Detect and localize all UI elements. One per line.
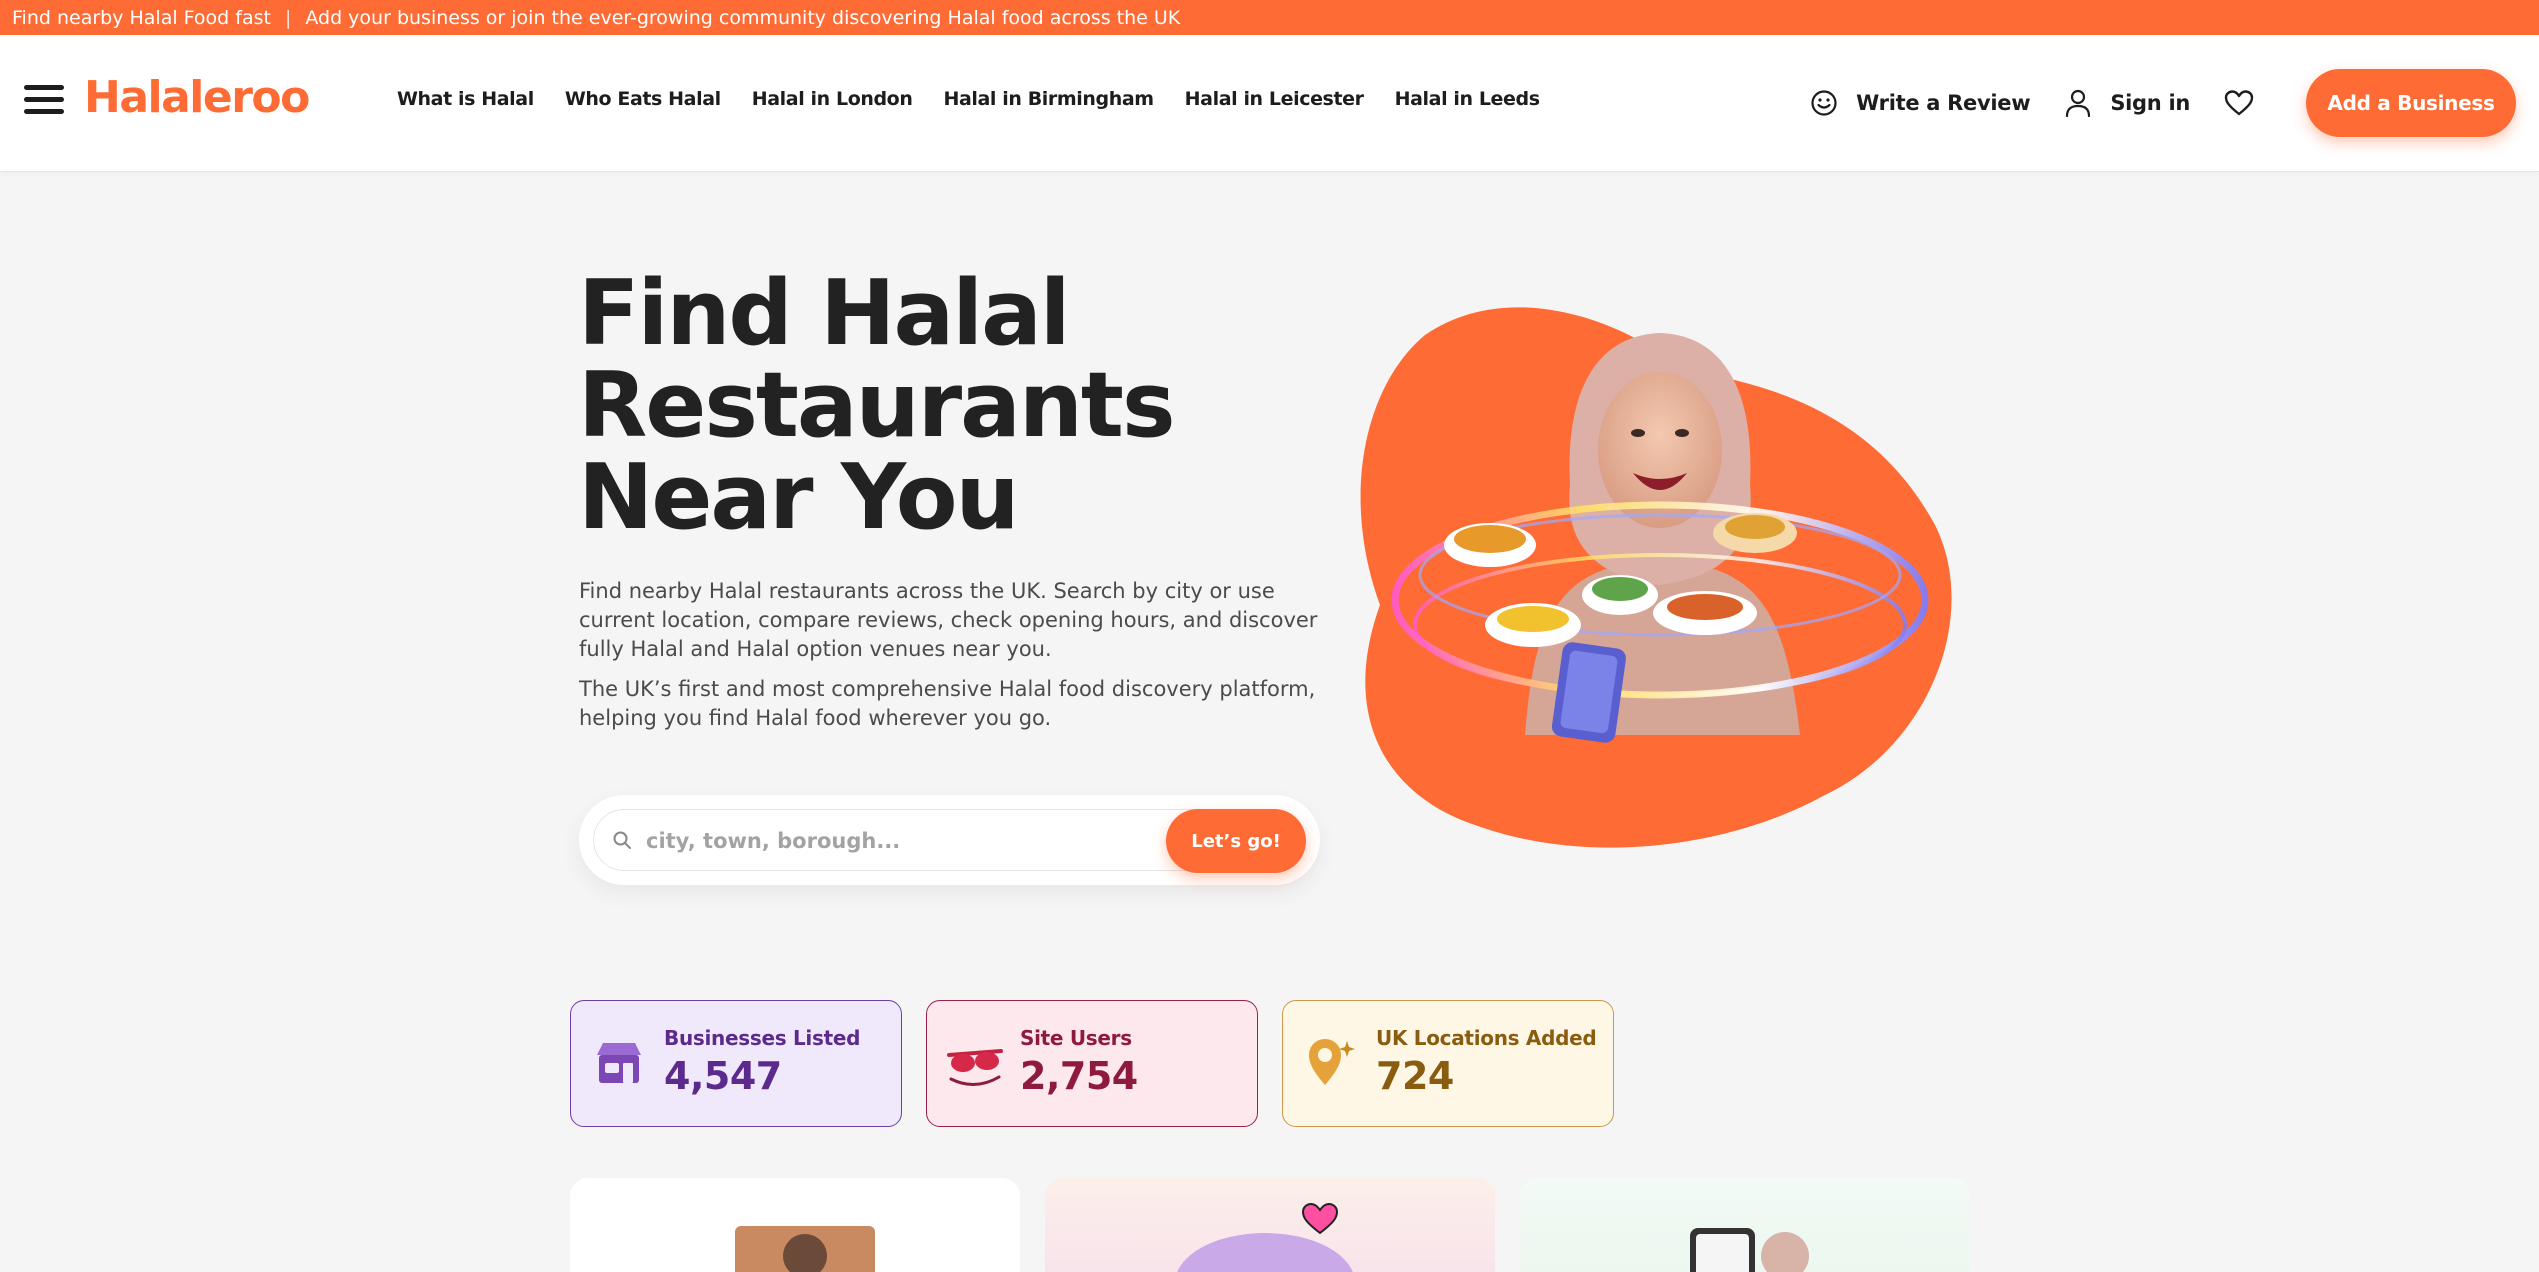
sunglasses-icon [947, 1049, 1003, 1086]
announcement-right: Add your business or join the ever-growi… [305, 6, 1181, 29]
heart-badge-icon [1301, 1202, 1339, 1235]
stat-label: Site Users [1020, 1026, 1132, 1050]
stat-uk-locations: UK Locations Added 724 [1282, 1000, 1614, 1127]
stat-label: Businesses Listed [664, 1026, 861, 1050]
add-business-button[interactable]: Add a Business [2306, 69, 2516, 137]
announcement-left: Find nearby Halal Food fast [12, 6, 271, 29]
feature-card[interactable] [570, 1178, 1020, 1272]
stat-site-users: Site Users 2,754 [926, 1000, 1258, 1127]
stat-label: UK Locations Added [1376, 1026, 1597, 1050]
stat-value: 4,547 [664, 1054, 782, 1098]
site-logo[interactable]: Halaleroo [84, 72, 310, 123]
sign-in-link[interactable]: Sign in [2064, 88, 2190, 118]
card-illustration [1177, 1202, 1353, 1272]
announcement-separator: | [284, 6, 292, 29]
nav-halal-leeds[interactable]: Halal in Leeds [1395, 88, 1540, 110]
announcement-bar: Find nearby Halal Food fast | Add your b… [0, 0, 2539, 35]
shop-icon [597, 1043, 641, 1083]
search-icon [613, 831, 631, 849]
write-review-link[interactable]: Write a Review [1810, 89, 2031, 117]
card-photo [1690, 1228, 1809, 1272]
search-field-wrapper: Let’s go! [593, 809, 1306, 873]
user-icon [2066, 89, 2091, 118]
smiley-icon [1811, 90, 1837, 116]
nav-who-eats-halal[interactable]: Who Eats Halal [565, 88, 721, 110]
header-actions: Write a Review Sign in Add a Business [1810, 68, 2539, 138]
search-submit-button[interactable]: Let’s go! [1166, 809, 1306, 873]
hero-illustration [1360, 307, 1952, 848]
feature-card[interactable] [1045, 1178, 1495, 1272]
search-bar: Let’s go! [579, 795, 1320, 885]
write-review-label: Write a Review [1856, 91, 2031, 115]
site-header: Halaleroo What is Halal Who Eats Halal H… [0, 35, 2539, 172]
hero-tagline: The UK’s first and most comprehensive Ha… [579, 677, 1316, 730]
nav-what-is-halal[interactable]: What is Halal [397, 88, 534, 110]
feature-card[interactable] [1520, 1178, 1970, 1272]
hero-description: Find nearby Halal restaurants across the… [579, 579, 1318, 661]
hero-title: Find Halal Restaurants Near You [578, 261, 1176, 550]
location-search-input[interactable] [646, 822, 1146, 860]
nav-halal-london[interactable]: Halal in London [752, 88, 913, 110]
nav-halal-leicester[interactable]: Halal in Leicester [1185, 88, 1364, 110]
main-nav: What is Halal Who Eats Halal Halal in Lo… [397, 88, 1571, 110]
location-pin-icon [1309, 1039, 1355, 1085]
favourites-heart-icon[interactable] [2224, 89, 2254, 117]
stat-value: 724 [1376, 1054, 1454, 1098]
stat-businesses-listed: Businesses Listed 4,547 [570, 1000, 902, 1127]
sign-in-label: Sign in [2110, 91, 2190, 115]
menu-icon[interactable] [24, 85, 64, 117]
stat-value: 2,754 [1020, 1054, 1138, 1098]
card-photo [735, 1226, 875, 1272]
nav-halal-birmingham[interactable]: Halal in Birmingham [943, 88, 1154, 110]
